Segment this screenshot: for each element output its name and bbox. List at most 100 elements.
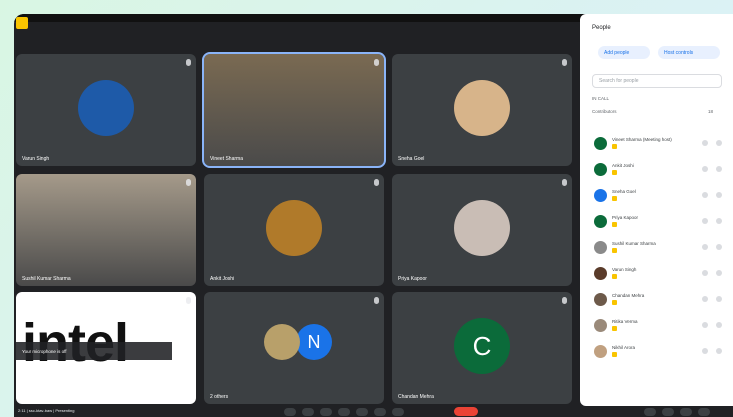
hand-icon bbox=[612, 300, 617, 305]
notification-badge[interactable] bbox=[16, 17, 28, 29]
participant-name: Sushil Kumar Sharma bbox=[22, 276, 71, 282]
participant-row-name: Chandan Mehra bbox=[612, 293, 645, 298]
participant-row-avatar bbox=[594, 189, 607, 202]
people-icon[interactable] bbox=[662, 408, 674, 416]
participant-row[interactable]: Ritika Verma bbox=[590, 316, 728, 336]
more-icon[interactable] bbox=[716, 270, 722, 276]
participant-tile[interactable]: N 2 others bbox=[204, 292, 384, 404]
participant-row[interactable]: Sneha Goel bbox=[590, 186, 728, 206]
participant-tile[interactable]: Sushil Kumar Sharma bbox=[16, 174, 196, 286]
participant-row[interactable]: Priya Kapoor bbox=[590, 212, 728, 232]
more-icon[interactable] bbox=[716, 296, 722, 302]
participant-row-avatar bbox=[594, 215, 607, 228]
bottom-bar: 2:11 | ssc-ktav-baw | Presenting bbox=[14, 406, 733, 417]
mic-icon[interactable] bbox=[702, 166, 708, 172]
participant-initial-avatar: C bbox=[454, 318, 510, 374]
mic-icon[interactable] bbox=[702, 192, 708, 198]
participant-avatar bbox=[454, 200, 510, 256]
info-icon[interactable] bbox=[644, 408, 656, 416]
more-icon[interactable] bbox=[716, 140, 722, 146]
participant-avatar bbox=[454, 80, 510, 136]
chat-icon[interactable] bbox=[680, 408, 692, 416]
mic-icon[interactable] bbox=[702, 270, 708, 276]
panel-title: People bbox=[592, 25, 611, 31]
participant-row-avatar bbox=[594, 137, 607, 150]
present-button[interactable] bbox=[356, 408, 368, 416]
more-options-button[interactable] bbox=[392, 408, 404, 416]
mic-icon[interactable] bbox=[702, 322, 708, 328]
section-label: IN CALL bbox=[592, 96, 610, 101]
participant-name: Ankit Joshi bbox=[210, 276, 235, 282]
participant-row-avatar bbox=[594, 163, 607, 176]
more-icon[interactable] bbox=[716, 192, 722, 198]
hand-icon bbox=[612, 170, 617, 175]
mic-status-icon bbox=[186, 59, 191, 66]
mic-button[interactable] bbox=[284, 408, 296, 416]
participant-row-name: Varun Singh bbox=[612, 267, 637, 272]
mic-off-banner: Your microphone is off bbox=[16, 342, 172, 360]
participant-name: 2 others bbox=[210, 394, 229, 400]
participant-tile[interactable]: Ankit Joshi bbox=[204, 174, 384, 286]
participant-tile[interactable]: C Chandan Mehra bbox=[392, 292, 572, 404]
mic-status-icon bbox=[374, 59, 379, 66]
participant-name: Priya Kapoor bbox=[398, 276, 427, 282]
mic-icon[interactable] bbox=[702, 244, 708, 250]
participant-row-name: Priya Kapoor bbox=[612, 215, 639, 220]
mic-icon[interactable] bbox=[702, 348, 708, 354]
camera-button[interactable] bbox=[302, 408, 314, 416]
participant-row-name: Ankit Joshi bbox=[612, 163, 634, 168]
more-icon[interactable] bbox=[716, 218, 722, 224]
participant-tile[interactable]: Vineet Sharma bbox=[202, 52, 386, 168]
more-icon[interactable] bbox=[716, 322, 722, 328]
search-people-input[interactable]: Search for people bbox=[592, 74, 722, 88]
mic-status-icon bbox=[562, 59, 567, 66]
participant-initial-avatar: N bbox=[296, 324, 332, 360]
hand-icon bbox=[612, 222, 617, 227]
participant-row[interactable]: Chandan Mehra bbox=[590, 290, 728, 310]
mic-status-icon bbox=[374, 179, 379, 186]
participant-row[interactable]: Sushil Kumar Sharma bbox=[590, 238, 728, 258]
raise-hand-button[interactable] bbox=[338, 408, 350, 416]
participant-row-name: Vineet Sharma (Meeting host) bbox=[612, 137, 672, 142]
more-icon[interactable] bbox=[716, 166, 722, 172]
participant-name: Sneha Goel bbox=[398, 156, 425, 162]
more-icon[interactable] bbox=[716, 244, 722, 250]
participant-row[interactable]: Ankit Joshi bbox=[590, 160, 728, 180]
end-call-button[interactable] bbox=[454, 407, 478, 416]
host-controls-button[interactable]: Host controls bbox=[658, 46, 720, 59]
participant-row-name: Sneha Goel bbox=[612, 189, 636, 194]
activities-icon[interactable] bbox=[698, 408, 710, 416]
mic-status-icon bbox=[374, 297, 379, 304]
hand-icon bbox=[612, 274, 617, 279]
participant-row-avatar bbox=[594, 241, 607, 254]
participant-row-avatar bbox=[594, 267, 607, 280]
mic-icon[interactable] bbox=[702, 296, 708, 302]
participant-row-avatar bbox=[594, 293, 607, 306]
participant-tile[interactable]: Sneha Goel bbox=[392, 54, 572, 166]
participant-row[interactable]: Vineet Sharma (Meeting host) bbox=[590, 134, 728, 154]
participant-name: Vineet Sharma bbox=[210, 156, 243, 162]
participant-row[interactable]: Varun Singh bbox=[590, 264, 728, 284]
participant-avatar bbox=[78, 80, 134, 136]
reactions-button[interactable] bbox=[374, 408, 386, 416]
participant-name: Chandan Mehra bbox=[398, 394, 434, 400]
mic-status-icon bbox=[186, 297, 191, 304]
participant-avatar bbox=[264, 324, 300, 360]
mic-status-icon bbox=[562, 179, 567, 186]
participant-row-name: Nikhil Arora bbox=[612, 345, 636, 350]
captions-button[interactable] bbox=[320, 408, 332, 416]
hand-icon bbox=[612, 326, 617, 331]
top-bar bbox=[14, 14, 584, 22]
participant-tile[interactable]: Varun Singh bbox=[16, 54, 196, 166]
participant-row[interactable]: Nikhil Arora bbox=[590, 342, 728, 362]
more-icon[interactable] bbox=[716, 348, 722, 354]
participant-row-avatar bbox=[594, 345, 607, 358]
add-people-button[interactable]: Add people bbox=[598, 46, 650, 59]
people-panel: People Add people Host controls Search f… bbox=[580, 14, 733, 406]
hand-icon bbox=[612, 248, 617, 253]
mic-icon[interactable] bbox=[702, 140, 708, 146]
mic-icon[interactable] bbox=[702, 218, 708, 224]
meet-window: Varun Singh Vineet Sharma Sneha Goel Sushil… bbox=[14, 14, 733, 417]
participant-row-avatar bbox=[594, 319, 607, 332]
participant-tile[interactable]: Priya Kapoor bbox=[392, 174, 572, 286]
